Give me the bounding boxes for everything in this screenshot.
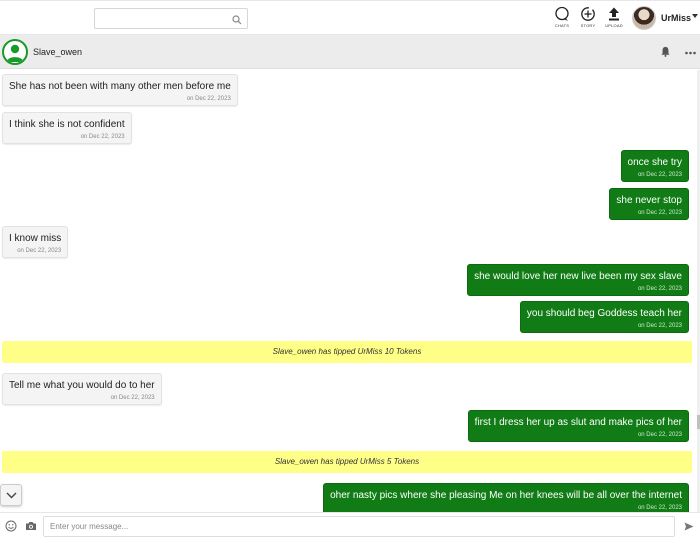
nav-chats[interactable]: CHATS <box>549 6 575 28</box>
nav-chats-label: CHATS <box>554 23 570 28</box>
contact-avatar[interactable] <box>2 39 28 65</box>
chat-header: Slave_owen <box>0 35 700 69</box>
message-input[interactable] <box>43 516 675 537</box>
message-time: on Dec 22, 2023 <box>110 395 155 401</box>
message-text: you should beg Goddess teach her <box>526 308 682 319</box>
tip-notification: Slave_owen has tipped UrMiss 5 Tokens <box>2 451 692 473</box>
message-time: on Dec 22, 2023 <box>637 505 682 511</box>
message-outgoing: first I dress her up as slut and make pi… <box>467 410 689 442</box>
message-text: oher nasty pics where she pleasing Me on… <box>330 490 682 501</box>
message-text: I know miss <box>9 233 62 244</box>
message-composer <box>0 512 700 539</box>
nav-story-label: STORY <box>580 23 596 28</box>
message-text: first I dress her up as slut and make pi… <box>474 417 682 428</box>
message-text: she would love her new live been my sex … <box>474 271 682 282</box>
message-text: Tell me what you would do to her <box>9 380 155 391</box>
message-time: on Dec 22, 2023 <box>637 323 682 329</box>
bell-icon[interactable] <box>660 46 671 57</box>
username[interactable]: UrMiss <box>661 13 691 23</box>
user-avatar[interactable] <box>632 6 656 30</box>
message-time: on Dec 22, 2023 <box>637 172 682 178</box>
message-text: She has not been with many other men bef… <box>9 81 231 92</box>
message-outgoing: she never stop on Dec 22, 2023 <box>609 188 689 220</box>
message-list[interactable]: She has not been with many other men bef… <box>0 70 697 512</box>
upload-icon <box>609 7 619 21</box>
chevron-down-icon <box>6 492 17 499</box>
top-bar: CHATS STORY UPLOAD UrMiss <box>0 0 700 35</box>
tip-notification: Slave_owen has tipped UrMiss 10 Tokens <box>2 341 692 363</box>
message-time: on Dec 22, 2023 <box>637 286 682 292</box>
message-text: she never stop <box>616 195 682 206</box>
chevron-down-icon[interactable] <box>692 14 698 18</box>
send-icon[interactable] <box>684 522 694 531</box>
message-time: on Dec 22, 2023 <box>637 210 682 216</box>
chat-bubble-icon <box>555 6 569 21</box>
nav-upload[interactable]: UPLOAD <box>601 6 627 28</box>
camera-icon[interactable] <box>25 521 37 531</box>
message-time: on Dec 22, 2023 <box>637 432 682 438</box>
search-icon[interactable] <box>232 15 242 25</box>
nav-story[interactable]: STORY <box>575 6 601 28</box>
message-outgoing: she would love her new live been my sex … <box>467 264 689 296</box>
message-outgoing: you should beg Goddess teach her on Dec … <box>519 301 689 333</box>
message-incoming: She has not been with many other men bef… <box>2 74 238 106</box>
message-incoming: Tell me what you would do to her on Dec … <box>2 373 162 405</box>
message-text: once she try <box>627 157 682 168</box>
contact-name[interactable]: Slave_owen <box>33 47 82 57</box>
message-text: I think she is not confident <box>9 119 125 130</box>
message-outgoing: oher nasty pics where she pleasing Me on… <box>323 483 689 512</box>
message-time: on Dec 22, 2023 <box>17 248 62 254</box>
message-time: on Dec 22, 2023 <box>80 134 125 140</box>
add-story-icon <box>581 7 595 21</box>
scroll-to-bottom-button[interactable] <box>0 484 22 506</box>
message-time: on Dec 22, 2023 <box>186 96 231 102</box>
more-options-icon[interactable] <box>685 51 696 55</box>
message-incoming: I know miss on Dec 22, 2023 <box>2 226 69 258</box>
search-input[interactable] <box>94 8 248 29</box>
message-outgoing: once she try on Dec 22, 2023 <box>620 150 689 182</box>
message-incoming: I think she is not confident on Dec 22, … <box>2 112 132 144</box>
emoji-icon[interactable] <box>5 520 17 532</box>
nav-upload-label: UPLOAD <box>605 23 623 28</box>
user-placeholder-icon <box>6 44 24 62</box>
